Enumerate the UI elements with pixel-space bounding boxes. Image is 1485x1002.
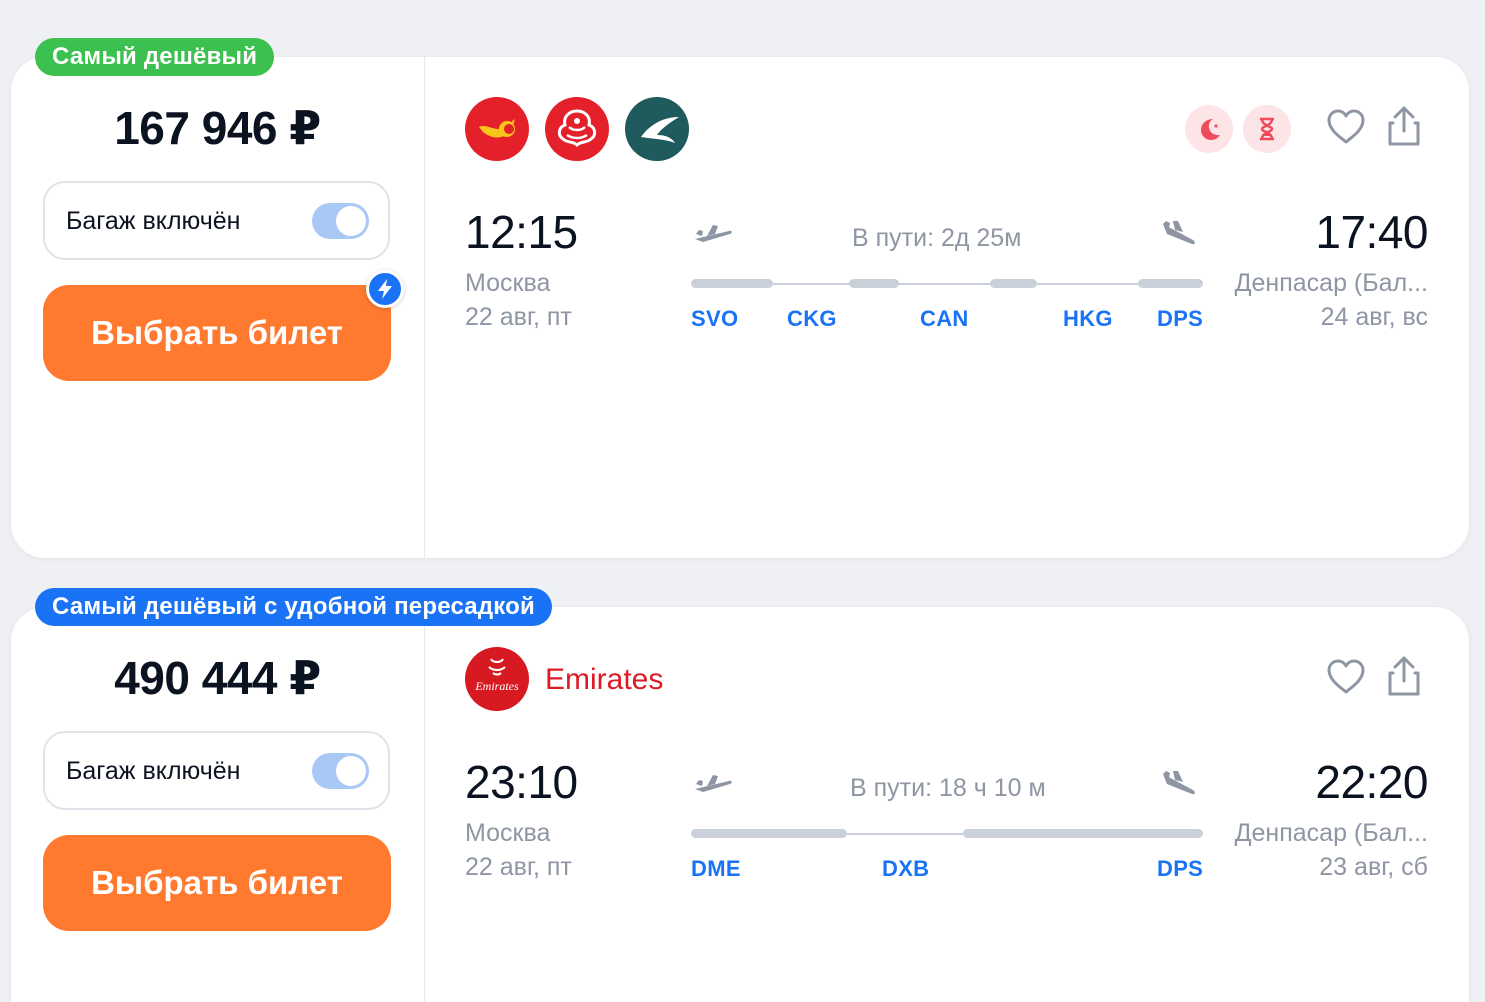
ticket-card-2[interactable]: 490 444 ₽ Багаж включён Выбрать билет Em… bbox=[11, 607, 1469, 1002]
share-icon[interactable] bbox=[1387, 105, 1421, 152]
takeoff-plane-icon bbox=[693, 222, 733, 249]
share-icon[interactable] bbox=[1387, 655, 1421, 702]
route-layover-line bbox=[899, 283, 990, 285]
baggage-toggle[interactable] bbox=[312, 203, 369, 239]
airport-code: HKG bbox=[1063, 306, 1113, 331]
landing-plane-icon bbox=[1159, 220, 1199, 253]
baggage-toggle-row[interactable]: Багаж включён bbox=[43, 731, 390, 810]
emirates-logo: Emirates bbox=[465, 647, 529, 711]
ticket-card-1[interactable]: 167 946 ₽ Багаж включён Выбрать билет 12… bbox=[11, 57, 1469, 558]
airport-code: DXB bbox=[882, 856, 930, 881]
arrival-date: 24 авг, вс bbox=[1320, 303, 1428, 331]
favorite-heart-icon[interactable] bbox=[1326, 659, 1366, 700]
cheapest-badge: Самый дешёвый bbox=[35, 38, 275, 76]
airport-code: CKG bbox=[787, 306, 837, 331]
juneyao-airlines-logo bbox=[545, 97, 609, 161]
departure-date: 22 авг, пт bbox=[465, 303, 572, 331]
route-flight-segment bbox=[1138, 279, 1203, 288]
arrival-time: 22:20 bbox=[1315, 756, 1428, 808]
arrival-city: Денпасар (Бал... bbox=[1234, 819, 1428, 847]
route-flight-segment bbox=[691, 279, 773, 288]
emirates-logo-text: Emirates bbox=[474, 679, 519, 693]
select-ticket-button[interactable]: Выбрать билет bbox=[43, 285, 391, 381]
baggage-toggle[interactable] bbox=[312, 753, 369, 789]
route-layover-line bbox=[773, 283, 849, 285]
route-layover-line bbox=[1037, 283, 1138, 285]
flight-duration: В пути: 18 ч 10 м bbox=[850, 774, 1046, 802]
airport-code: DPS bbox=[1157, 306, 1204, 331]
cheapest-convenient-badge: Самый дешёвый с удобной пересадкой bbox=[35, 588, 552, 626]
airline-name: Emirates bbox=[545, 663, 664, 696]
long-layover-icon bbox=[1243, 105, 1291, 153]
route-flight-segment bbox=[691, 829, 847, 838]
arrival-date: 23 авг, сб bbox=[1319, 853, 1428, 881]
airport-code: DPS bbox=[1157, 856, 1204, 881]
route-flight-segment bbox=[963, 829, 1203, 838]
airport-code: CAN bbox=[920, 306, 969, 331]
departure-city: Москва bbox=[465, 819, 551, 847]
toggle-knob bbox=[336, 206, 366, 236]
departure-date: 22 авг, пт bbox=[465, 853, 572, 881]
baggage-label: Багаж включён bbox=[66, 757, 241, 785]
departure-time: 23:10 bbox=[465, 756, 578, 808]
route-flight-segment bbox=[990, 279, 1037, 288]
card-divider bbox=[424, 607, 425, 1002]
takeoff-plane-icon bbox=[693, 772, 733, 799]
card-divider bbox=[424, 57, 425, 558]
route-layover-line bbox=[847, 833, 963, 835]
arrival-time: 17:40 bbox=[1315, 206, 1428, 258]
hainan-airlines-logo bbox=[465, 97, 529, 161]
arrival-city: Денпасар (Бал... bbox=[1234, 269, 1428, 297]
night-flight-icon bbox=[1185, 105, 1233, 153]
departure-city: Москва bbox=[465, 269, 551, 297]
select-ticket-button[interactable]: Выбрать билет bbox=[43, 835, 391, 931]
toggle-knob bbox=[336, 756, 366, 786]
airport-code: DME bbox=[691, 856, 741, 881]
favorite-heart-icon[interactable] bbox=[1326, 109, 1366, 150]
ticket-price: 167 946 ₽ bbox=[114, 102, 321, 154]
airport-code: SVO bbox=[691, 306, 739, 331]
baggage-toggle-row[interactable]: Багаж включён bbox=[43, 181, 390, 260]
flight-duration: В пути: 2д 25м bbox=[852, 224, 1022, 252]
route-flight-segment bbox=[849, 279, 899, 288]
baggage-label: Багаж включён bbox=[66, 207, 241, 235]
departure-time: 12:15 bbox=[465, 206, 578, 258]
lightning-icon bbox=[366, 270, 404, 308]
ticket-price: 490 444 ₽ bbox=[114, 652, 321, 704]
landing-plane-icon bbox=[1159, 770, 1199, 803]
cathay-pacific-logo bbox=[625, 97, 689, 161]
